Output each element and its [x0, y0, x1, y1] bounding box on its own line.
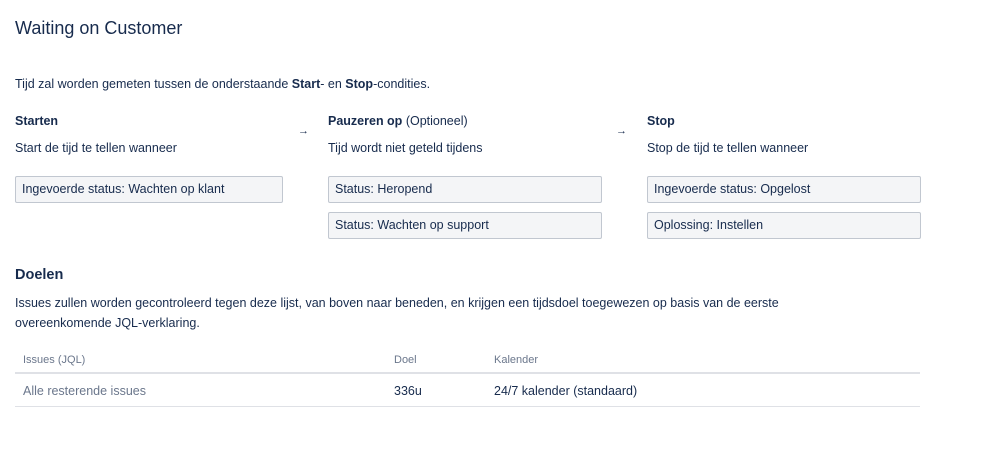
description-stop-word: Stop: [345, 77, 374, 91]
stop-condition-entered-status: Ingevoerde status: Opgelost: [647, 176, 921, 203]
pause-condition-status-waiting-support: Status: Wachten op support: [328, 212, 602, 239]
stop-subtitle: Stop de tijd te tellen wanneer: [647, 141, 809, 155]
pause-subtitle: Tijd wordt niet geteld tijdens: [328, 141, 483, 155]
arrow-right-icon: →: [298, 125, 309, 137]
table-header-divider: [15, 372, 920, 374]
time-measure-description: Tijd zal worden gemeten tussen de onders…: [15, 77, 430, 91]
description-middle: - en: [320, 77, 346, 91]
description-start-word: Start: [291, 77, 321, 91]
goal-row-calendar: 24/7 kalender (standaard): [494, 384, 638, 398]
start-heading: Starten: [15, 114, 59, 128]
column-header-calendar: Kalender: [494, 354, 539, 366]
stop-condition-resolution-set: Oplossing: Instellen: [647, 212, 921, 239]
stop-heading: Stop: [647, 114, 675, 128]
description-suffix: -condities.: [373, 77, 431, 91]
pause-heading: Pauzeren op (Optioneel): [328, 114, 468, 128]
start-condition-entered-status: Ingevoerde status: Wachten op klant: [15, 176, 283, 203]
page-title: Waiting on Customer: [15, 18, 183, 38]
column-header-goal: Doel: [394, 354, 417, 366]
goals-heading: Doelen: [15, 267, 64, 283]
goal-row-goal: 336u: [394, 384, 422, 398]
pause-heading-label: Pauzeren op: [328, 114, 403, 128]
description-prefix: Tijd zal worden gemeten tussen de onders…: [15, 77, 292, 91]
table-row-divider: [15, 406, 920, 407]
pause-optional-label: (Optioneel): [405, 114, 468, 128]
start-subtitle: Start de tijd te tellen wanneer: [15, 141, 177, 155]
goals-description: Issues zullen worden gecontroleerd tegen…: [15, 296, 779, 330]
pause-condition-status-reopened: Status: Heropend: [328, 176, 602, 203]
goal-row-issues: Alle resterende issues: [23, 384, 146, 398]
column-header-issues: Issues (JQL): [23, 354, 86, 366]
arrow-right-icon: →: [616, 125, 627, 137]
